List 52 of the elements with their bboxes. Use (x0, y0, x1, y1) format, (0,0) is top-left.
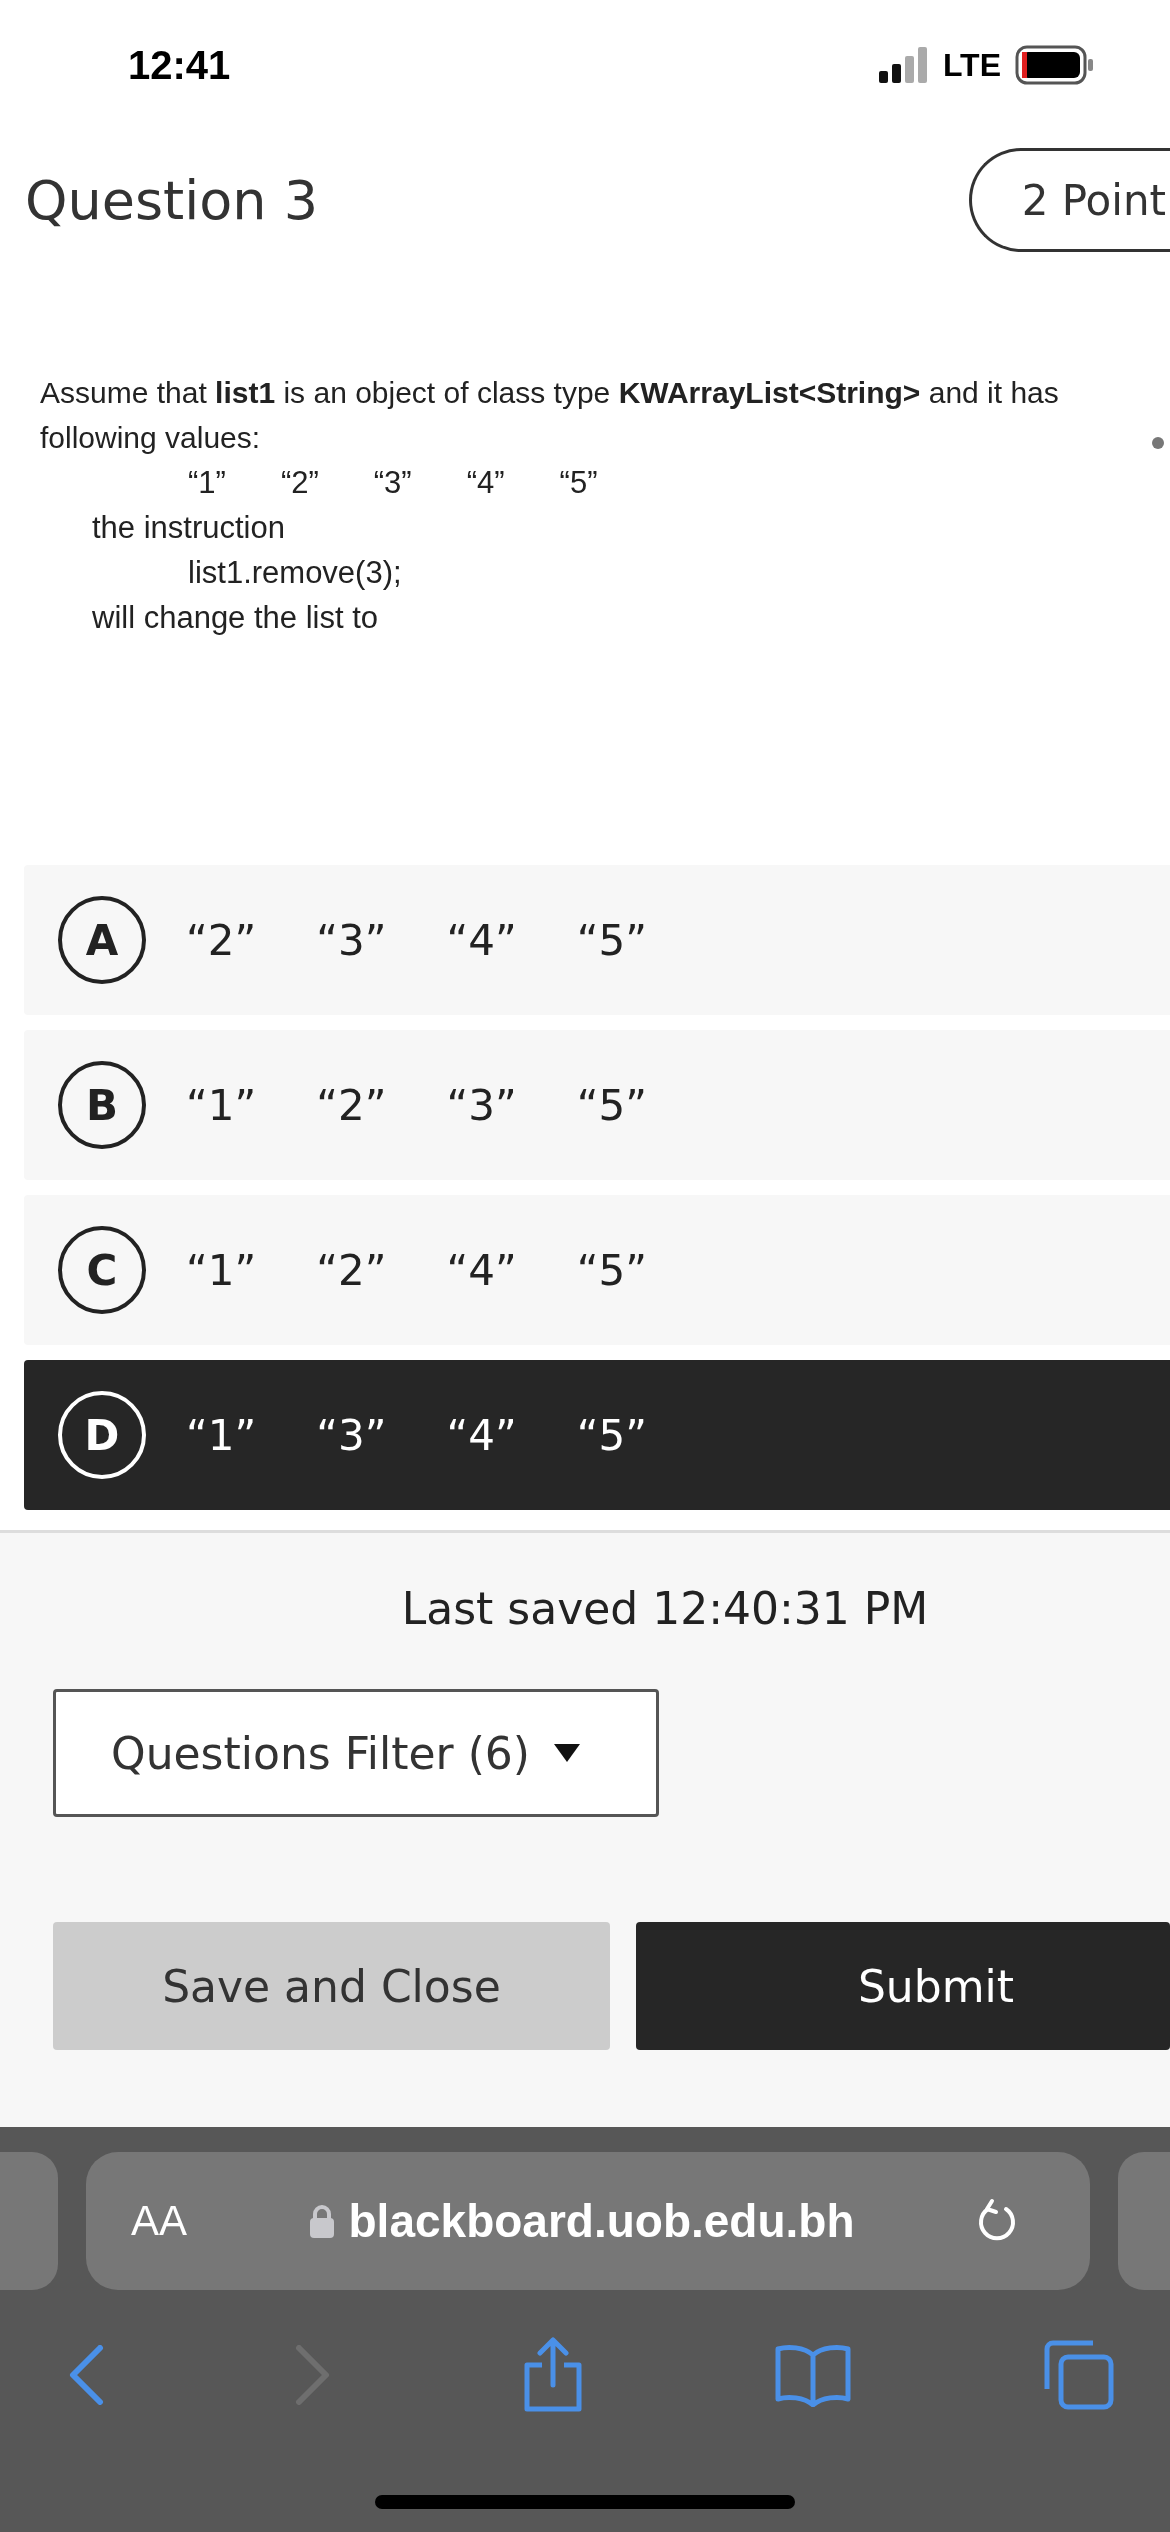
clock-time: 12:41 (128, 42, 231, 88)
option-value: “5” (576, 1080, 647, 1130)
network-label: LTE (942, 46, 1001, 84)
option-value: “5” (576, 915, 647, 965)
list-value: “1” (188, 464, 226, 502)
option-value: “5” (576, 1245, 647, 1295)
tabs-icon[interactable] (1043, 2339, 1115, 2411)
option-value: “5” (576, 1410, 647, 1460)
option-value: “4” (446, 1410, 517, 1460)
list-value: “5” (559, 464, 598, 502)
points-badge: 2 Point (968, 148, 1170, 252)
option-value: “2” (316, 1245, 387, 1295)
option-value: “4” (446, 1245, 517, 1295)
list-value: “2” (280, 464, 319, 502)
answer-option[interactable]: B “1” “2” “3” “5” (24, 1030, 1170, 1180)
option-value: “3” (446, 1080, 517, 1130)
signal-icon (878, 47, 929, 83)
answer-option[interactable]: A “2” “3” “4” “5” (24, 865, 1170, 1015)
option-value: “2” (186, 915, 257, 965)
address-bar[interactable]: AA blackboard.uob.edu.bh (86, 2152, 1090, 2290)
battery-icon (1015, 45, 1095, 85)
back-icon[interactable] (68, 2345, 104, 2405)
option-value: “3” (316, 1410, 387, 1460)
save-close-button[interactable]: Save and Close (53, 1922, 610, 2050)
option-value: “1” (186, 1410, 257, 1460)
instruction-text: the instruction (91, 509, 286, 547)
caret-icon (554, 1744, 580, 1762)
instruction-text: will change the list to (91, 599, 380, 637)
option-letter: C (58, 1226, 146, 1314)
option-value: “1” (186, 1080, 257, 1130)
answer-option[interactable]: C “1” “2” “4” “5” (24, 1195, 1170, 1345)
option-value: “4” (446, 915, 517, 965)
answer-option[interactable]: D “1” “3” “4” “5” (24, 1360, 1170, 1510)
list-value: “4” (466, 464, 505, 502)
code-text: list1.remove(3); (187, 554, 403, 592)
lock-icon (308, 2204, 335, 2238)
forward-icon[interactable] (294, 2345, 331, 2405)
question-text: Assume that list1 is an object of class type KWArrayList<String> and it has following values: (40, 375, 1059, 456)
option-letter: D (58, 1391, 146, 1479)
submit-button[interactable]: Submit (635, 1922, 1170, 2050)
book-icon[interactable] (774, 2343, 853, 2407)
url-text: blackboard.uob.edu.bh (348, 2194, 855, 2248)
option-value: “2” (316, 1080, 387, 1130)
option-letter: B (58, 1061, 146, 1149)
option-value: “3” (316, 915, 387, 965)
text-size-button[interactable]: AA (131, 2197, 188, 2245)
list-value: “3” (373, 464, 412, 502)
question-title: Question 3 (25, 168, 319, 232)
save-status: Last saved 12:40:31 PM (400, 1583, 930, 1634)
option-value: “1” (186, 1245, 257, 1295)
option-letter: A (58, 896, 146, 984)
questions-filter-dropdown[interactable]: Questions Filter (6) (53, 1689, 659, 1817)
